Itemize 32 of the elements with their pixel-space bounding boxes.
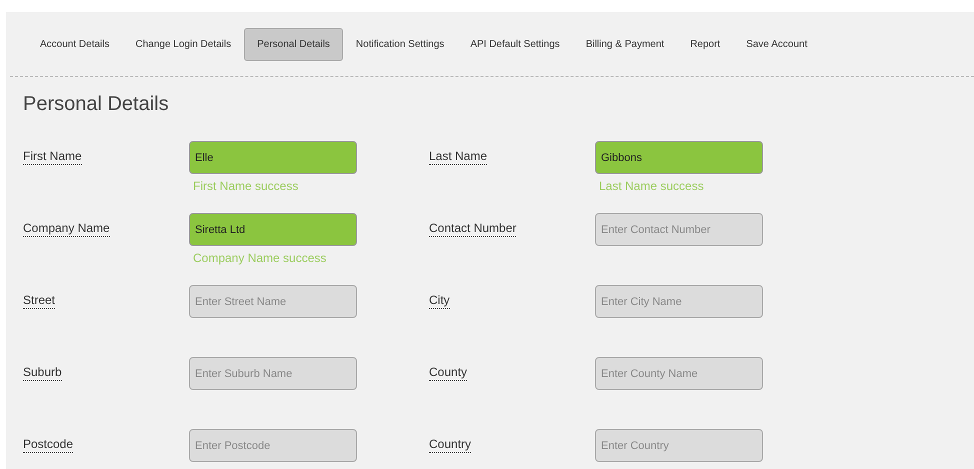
- tab[interactable]: Account Details: [27, 28, 122, 61]
- success-message: First Name success: [193, 179, 300, 193]
- input-field[interactable]: Enter Contact Number: [595, 213, 763, 246]
- tab[interactable]: Billing & Payment: [572, 28, 678, 61]
- field-label: Contact Number: [429, 221, 516, 237]
- input-field[interactable]: Enter City Name: [595, 285, 763, 318]
- field-label: First Name: [23, 149, 82, 165]
- field-label: Suburb: [23, 365, 62, 381]
- input-field[interactable]: Enter Street Name: [189, 285, 357, 318]
- input-field[interactable]: Enter Country: [595, 429, 763, 462]
- input-field[interactable]: Gibbons: [595, 141, 763, 174]
- input-field[interactable]: Enter Postcode: [189, 429, 357, 462]
- input-field[interactable]: Siretta Ltd: [189, 213, 357, 246]
- field-label: Postcode: [23, 437, 74, 453]
- tab[interactable]: Notification Settings: [342, 28, 458, 61]
- field-label: County: [429, 365, 468, 381]
- success-message: Company Name success: [193, 251, 328, 265]
- input-field[interactable]: Enter County Name: [595, 357, 763, 390]
- success-message: Last Name success: [599, 179, 705, 193]
- field-label: Company Name: [23, 221, 110, 237]
- input-field[interactable]: Elle: [189, 141, 357, 174]
- tab[interactable]: Save Account: [733, 28, 820, 61]
- field-label: City: [429, 293, 450, 309]
- page-heading: Personal Details: [22, 92, 170, 117]
- field-label: Street: [23, 293, 56, 309]
- tab[interactable]: Personal Details: [244, 28, 343, 61]
- field-label: Last Name: [429, 149, 488, 165]
- field-label: Country: [429, 437, 472, 453]
- tab[interactable]: Report: [677, 28, 734, 61]
- input-field[interactable]: Enter Suburb Name: [189, 357, 357, 390]
- tab[interactable]: Change Login Details: [122, 28, 244, 61]
- tab[interactable]: API Default Settings: [457, 28, 573, 61]
